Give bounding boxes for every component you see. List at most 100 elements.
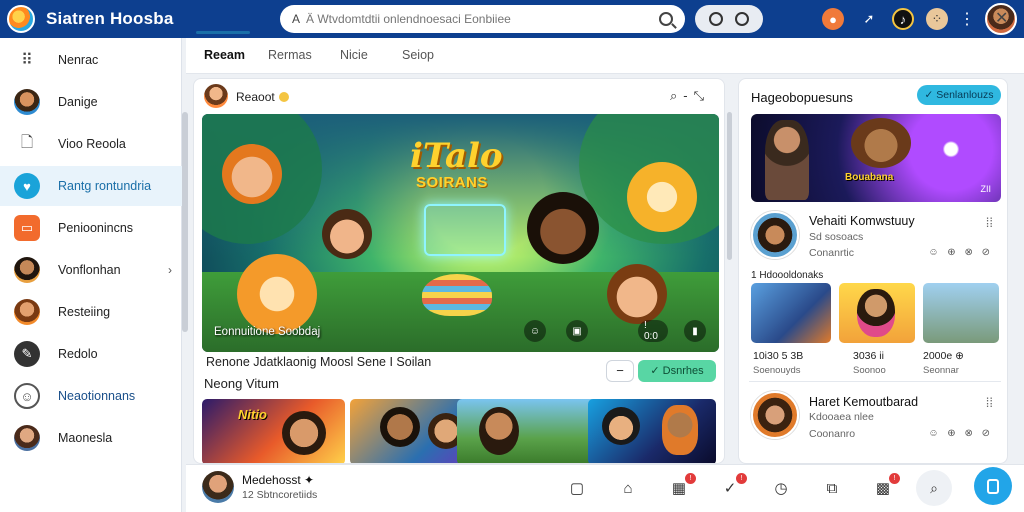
create-fab-button[interactable] [974, 467, 1012, 505]
avatar-icon [14, 425, 40, 451]
wallet-icon[interactable]: ▩! [872, 473, 900, 499]
search-input[interactable] [306, 12, 659, 26]
check-icon[interactable]: ✓! [719, 473, 747, 499]
hero-subtitle: SOIRANS [416, 174, 488, 191]
compass-icon[interactable]: ◷ [770, 477, 792, 499]
sidebar-item-label: Nenrac [58, 53, 99, 67]
sidebar-item-3[interactable]: ♥ Rantg rontundria [0, 166, 182, 206]
search-bar[interactable]: A [280, 5, 685, 33]
sidebar-item-7[interactable]: ✎ Redolo [0, 334, 182, 374]
entry-avatar[interactable] [751, 391, 799, 439]
mini-subtitle: Soonoo [853, 365, 886, 376]
right-panel-title: Hageobopuesuns [751, 90, 853, 105]
entry-name[interactable]: Vehaiti Komwstuuy [809, 214, 915, 228]
tab-nicie[interactable]: Nicie [340, 48, 368, 62]
rainbow-bowl [422, 274, 492, 316]
like-icon[interactable]: ☺ [524, 320, 546, 342]
bottom-user-name[interactable]: Medehosst ✦ [242, 473, 314, 487]
lens-icon[interactable] [735, 12, 749, 26]
main-scrollbar[interactable] [727, 112, 732, 260]
hologram-screen [424, 204, 506, 256]
sidebar-item-9[interactable]: Maonesla [0, 418, 182, 458]
apps-icon[interactable]: ▦! [668, 473, 696, 499]
zoom-icon[interactable]: ⌕ [670, 88, 683, 103]
fullscreen-icon[interactable]: ▮ [684, 320, 706, 342]
more-icon[interactable]: ⁞⁞ [986, 395, 993, 410]
camera-icon[interactable]: ▣ [566, 320, 588, 342]
character-hat-boy [222, 144, 282, 204]
bottom-user-avatar[interactable] [202, 471, 234, 503]
tab-reeam[interactable]: Reeam [204, 48, 245, 62]
circle-icon[interactable] [709, 12, 723, 26]
sidebar-item-8[interactable]: ☺ Neaotionnans [0, 376, 182, 416]
puzzle-icon[interactable]: ⧉ [821, 477, 843, 499]
section-title: Neong Vitum [204, 376, 279, 391]
entry-subtitle: Coonanro [809, 428, 856, 440]
green-action-button[interactable]: ✓ Dsnrhes [638, 360, 716, 382]
mini-thumbnail-2[interactable] [923, 283, 999, 343]
more-icon[interactable]: ⁞⁞ [986, 215, 993, 230]
sidebar-scrollbar[interactable] [182, 112, 188, 332]
home-icon[interactable]: ⌂ [617, 477, 639, 499]
document-icon: 🗋 [20, 133, 34, 151]
banner-person [765, 120, 809, 200]
profile-icon[interactable]: ● [822, 8, 844, 30]
close-icon[interactable]: ✕ [995, 8, 1008, 28]
hero-image[interactable]: iTalo SOIRANS Eonnuitione Soobdaj ☺ ▣ ! … [202, 114, 719, 352]
document-icon[interactable]: ▢ [566, 477, 588, 499]
sidebar-item-label: Redolo [58, 347, 98, 361]
mini-thumbnail-1[interactable] [839, 283, 915, 343]
app-logo[interactable] [7, 5, 35, 33]
notification-badge-icon: ! [889, 473, 900, 484]
sidebar-item-label: Penioonincns [58, 221, 134, 235]
thumbnail-0[interactable]: Nitio [202, 399, 345, 463]
mini-thumbnail-0[interactable] [751, 283, 831, 343]
banner-label: Bouabana [845, 172, 894, 183]
entry-name[interactable]: Haret Kemoutbarad [809, 395, 918, 409]
sidebar-item-4[interactable]: ▭ Penioonincns [0, 208, 182, 248]
sidebar-item-5[interactable]: Vonflonhan › [0, 250, 182, 290]
post-author-avatar[interactable] [204, 84, 228, 108]
music-icon[interactable]: ♪ [892, 8, 914, 30]
expand-icon[interactable]: ⤡ [694, 88, 710, 103]
view-toggle[interactable] [695, 5, 763, 33]
tab-bar: Reeam Rermas Nicie Seiop [186, 38, 1024, 74]
collapse-button[interactable]: − [606, 360, 634, 382]
sidebar-item-0[interactable]: ⠿ Nenrac [0, 40, 182, 80]
minus-icon[interactable]: - [683, 88, 693, 103]
card-tools: ⌕-⤡ [670, 88, 710, 104]
hero-caption: Eonnuitione Soobdaj [214, 326, 321, 338]
create-icon [987, 478, 999, 494]
right-panel-button[interactable]: ✓ Senlanlouzs [917, 85, 1001, 105]
thumbnail-2[interactable] [457, 399, 600, 463]
mini-subtitle: Soenouyds [753, 365, 801, 376]
status-dot-icon [278, 92, 289, 102]
character-curly-boy [527, 192, 599, 264]
sidebar-item-6[interactable]: Resteiing [0, 292, 182, 332]
tab-rermas[interactable]: Rermas [268, 48, 312, 62]
tab-seiop[interactable]: Seiop [402, 48, 434, 62]
avatar-icon [14, 299, 40, 325]
chevron-right-icon[interactable]: › [168, 263, 172, 277]
avatar-icon [14, 257, 40, 283]
right-panel-banner[interactable]: Bouabana ZII [751, 114, 1001, 202]
character-boy-blue [322, 209, 372, 259]
sidebar-item-1[interactable]: Danige [0, 82, 182, 122]
entry-reactions[interactable]: ☺ ⊕ ⊗ ⊘ [928, 428, 993, 439]
post-author-name[interactable]: Reaoot [236, 90, 289, 104]
search-icon[interactable] [659, 12, 673, 26]
rocket-icon[interactable]: ➚ [858, 8, 880, 30]
search-prefix: A [292, 12, 301, 26]
more-icon[interactable]: ⋮ [956, 8, 978, 30]
avatar-icon [14, 89, 40, 115]
entry-subtitle: Conanrtic [809, 247, 854, 259]
entry-avatar[interactable] [751, 211, 799, 259]
search-ring-icon[interactable]: ⌕ [916, 470, 952, 506]
sidebar-item-2[interactable]: 🗋 Vioo Reoola [0, 124, 182, 164]
cookie-icon[interactable]: ⁘ [926, 8, 948, 30]
sidebar-item-label: Maonesla [58, 431, 113, 445]
bottom-user-subtitle: 12 Sbtncoretiids [242, 489, 318, 501]
character-fox-left [237, 254, 317, 334]
entry-reactions[interactable]: ☺ ⊕ ⊗ ⊘ [928, 247, 993, 258]
thumbnail-3[interactable] [588, 399, 716, 463]
